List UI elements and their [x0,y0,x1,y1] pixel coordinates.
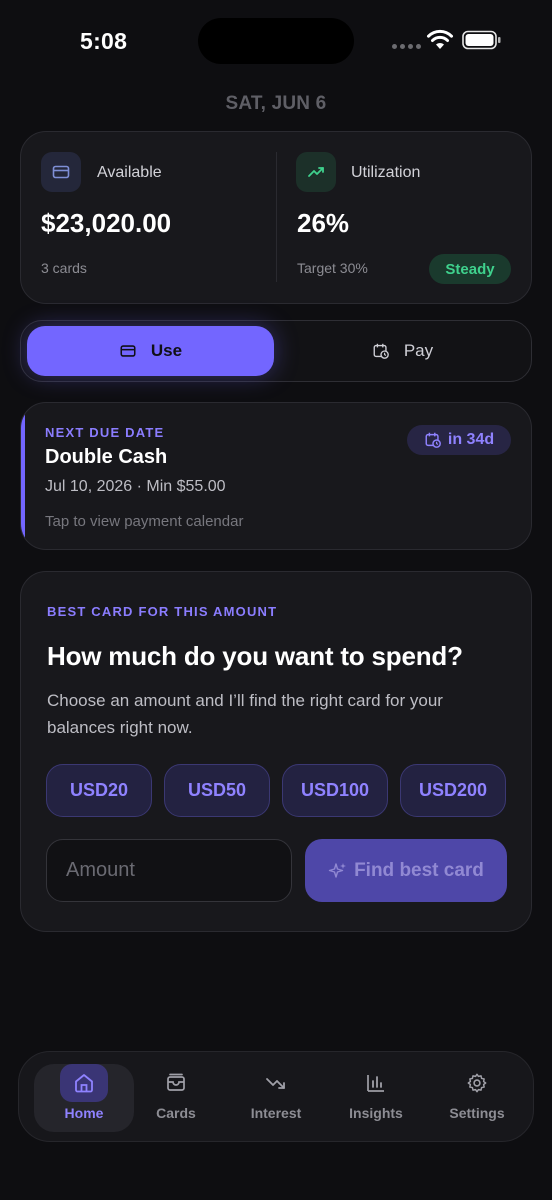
cards-icon [152,1064,200,1102]
amount-chip-usd20[interactable]: USD20 [46,764,152,817]
available-cards-count: 3 cards [41,260,87,276]
find-best-card-label: Find best card [354,859,484,881]
use-tab-button[interactable]: Use [27,326,274,376]
utilization-target: Target 30% [297,260,368,276]
home-icon [60,1064,108,1102]
status-badge: Steady [429,254,511,284]
available-label: Available [97,164,162,181]
due-accent-bar [21,403,25,549]
best-card-kicker: BEST CARD FOR THIS AMOUNT [47,604,278,619]
use-pay-segmented-control: Use Pay [20,320,532,382]
card-icon [120,345,136,357]
due-kicker: NEXT DUE DATE [45,425,165,440]
tab-home-label: Home [64,1105,104,1121]
tab-settings[interactable]: Settings [427,1064,527,1132]
date-label: SAT, JUN 6 [225,93,327,114]
trend-down-icon [252,1064,300,1102]
due-card-name: Double Cash [45,446,168,468]
summary-card: Available $23,020.00 3 cards Utilization… [20,131,532,304]
amount-chip-usd100[interactable]: USD100 [282,764,388,817]
battery-icon [462,30,501,50]
due-hint: Tap to view payment calendar [45,513,244,530]
bottom-tab-bar: Home Cards Interest Insights Settings [18,1051,534,1142]
tab-cards[interactable]: Cards [126,1064,226,1132]
tab-insights-label: Insights [349,1105,403,1121]
pay-tab-label: Pay [403,341,434,360]
days-until-due-badge: in 34d [407,425,511,455]
status-time: 5:08 [80,28,128,54]
available-value: $23,020.00 [41,208,172,238]
tab-interest-label: Interest [250,1105,302,1121]
find-best-card-button[interactable]: Find best card [305,839,507,902]
tab-settings-label: Settings [449,1105,505,1121]
calendar-clock-icon [425,432,441,448]
summary-divider [276,152,277,282]
tab-interest[interactable]: Interest [226,1064,326,1132]
calendar-clock-icon [373,343,389,359]
utilization-value: 26% [297,208,350,238]
amount-chip-usd200[interactable]: USD200 [400,764,506,817]
due-date-min: Jul 10, 2026 · Min $55.00 [45,478,226,495]
trend-up-icon [296,152,336,192]
tab-home[interactable]: Home [34,1064,134,1132]
amount-input[interactable] [46,839,292,902]
best-card-description: Choose an amount and I’ll find the right… [47,691,443,737]
card-icon [41,152,81,192]
use-tab-label: Use [150,341,183,360]
cellular-signal-icon [392,44,421,49]
tab-insights[interactable]: Insights [326,1064,426,1132]
best-card-heading: How much do you want to spend? [47,641,463,671]
gear-icon [453,1064,501,1102]
tab-cards-label: Cards [156,1105,196,1121]
sparkles-icon [328,862,347,878]
utilization-label: Utilization [351,164,421,181]
days-until-due-text: in 34d [447,431,495,448]
pay-tab-button[interactable]: Pay [279,326,526,376]
next-due-card[interactable]: NEXT DUE DATE Double Cash Jul 10, 2026 ·… [20,402,532,550]
amount-chip-usd50[interactable]: USD50 [164,764,270,817]
best-card-finder: BEST CARD FOR THIS AMOUNT How much do yo… [20,571,532,932]
wifi-icon [427,29,453,49]
bar-chart-icon [352,1064,400,1102]
dynamic-island [198,18,354,64]
